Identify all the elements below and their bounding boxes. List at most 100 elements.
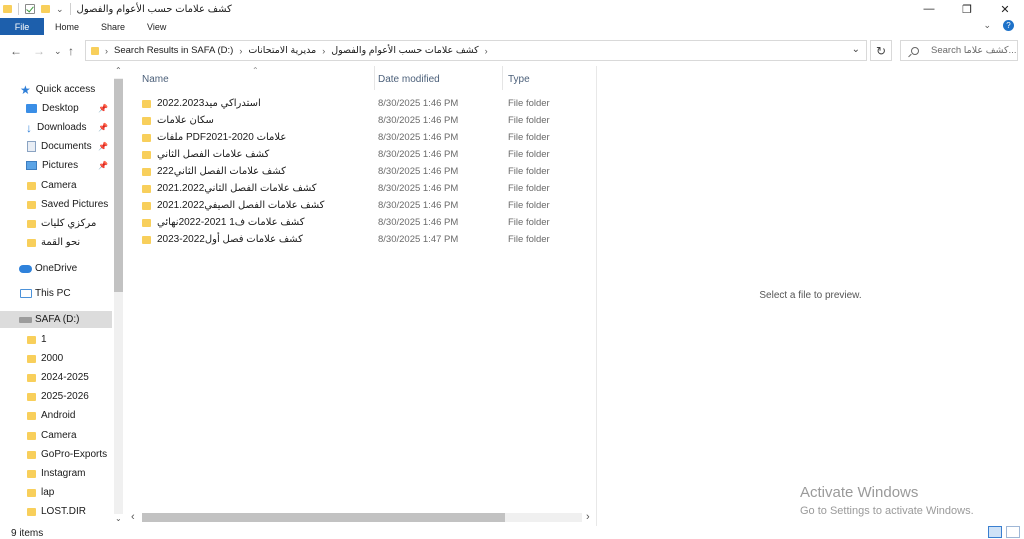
column-divider[interactable] xyxy=(374,66,375,90)
file-type: File folder xyxy=(508,217,550,228)
sidebar-scrollbar[interactable]: ⌃ ⌄ xyxy=(112,66,125,526)
tab-view[interactable]: View xyxy=(136,18,177,35)
file-row[interactable]: كشف علامات ف1 2021-2022نهائي 8/30/2025 1… xyxy=(142,214,582,231)
maximize-button[interactable]: ❐ xyxy=(948,0,986,18)
tab-home[interactable]: Home xyxy=(44,18,90,35)
file-row[interactable]: ملفات PDFعلامات 2020-2021 8/30/2025 1:46… xyxy=(142,129,582,146)
sidebar-item-folder-gopro-exports[interactable]: GoPro-Exports xyxy=(0,446,112,463)
file-row[interactable]: كشف علامات فصل أول2022-2023 8/30/2025 1:… xyxy=(142,231,582,248)
sidebar-item-label: Pictures xyxy=(42,160,79,171)
scroll-down-icon[interactable]: ⌄ xyxy=(115,514,122,523)
sidebar-item-documents[interactable]: Documents 📌 xyxy=(0,138,112,155)
pin-icon[interactable]: 📌 xyxy=(98,142,108,151)
sidebar-item-folder-lost-dir[interactable]: LOST.DIR xyxy=(0,503,112,520)
column-header-type[interactable]: Type xyxy=(508,70,588,88)
column-header-date-modified[interactable]: Date modified xyxy=(378,70,502,88)
sidebar-item-folder-2000[interactable]: 2000 xyxy=(0,350,112,367)
back-button[interactable]: ← xyxy=(10,44,22,58)
search-input[interactable]: Search كشف علاما... xyxy=(931,45,1016,56)
scrollbar-thumb[interactable] xyxy=(114,79,123,292)
folder-icon xyxy=(142,184,151,193)
sidebar-item-pictures[interactable]: Pictures 📌 xyxy=(0,157,112,174)
up-button[interactable]: ↑ xyxy=(68,44,74,58)
search-box[interactable]: Search كشف علاما... xyxy=(900,40,1018,61)
column-header-name[interactable]: Name xyxy=(142,70,374,88)
folder-icon xyxy=(142,133,151,142)
sidebar-item-camera[interactable]: Camera xyxy=(0,177,112,194)
file-row[interactable]: كشف علامات الفصل الصيفي2021.2022 8/30/20… xyxy=(142,197,582,214)
file-row[interactable]: كشف علامات الفصل الثاني 8/30/2025 1:46 P… xyxy=(142,146,582,163)
properties-icon[interactable] xyxy=(25,4,35,14)
sidebar-item-folder-2024-2025[interactable]: 2024-2025 xyxy=(0,369,112,386)
folder-icon xyxy=(27,411,36,420)
column-divider[interactable] xyxy=(502,66,503,90)
forward-button[interactable]: → xyxy=(33,44,45,58)
sidebar-item-folder-1[interactable]: 1 xyxy=(0,331,112,348)
file-row[interactable]: كشف علامات الفصل الثاني222 8/30/2025 1:4… xyxy=(142,163,582,180)
chevron-right-icon[interactable]: › xyxy=(485,46,488,56)
sidebar-item-folder-lap[interactable]: lap xyxy=(0,484,112,501)
large-icons-view-icon[interactable] xyxy=(1006,526,1020,538)
sidebar-item-safa-drive[interactable]: SAFA (D:) xyxy=(0,311,112,328)
tab-share[interactable]: Share xyxy=(90,18,136,35)
sidebar-item-folder-2025-2026[interactable]: 2025-2026 xyxy=(0,388,112,405)
minimize-button[interactable]: — xyxy=(910,0,948,18)
sidebar-item-folder-instagram[interactable]: Instagram xyxy=(0,465,112,482)
pin-icon[interactable]: 📌 xyxy=(98,161,108,170)
chevron-right-icon[interactable]: › xyxy=(322,46,325,56)
sidebar-item-saved-pictures[interactable]: Saved Pictures xyxy=(0,196,112,213)
scroll-left-icon[interactable]: ‹ xyxy=(131,511,135,523)
file-date: 8/30/2025 1:46 PM xyxy=(378,200,459,211)
address-dropdown-button[interactable]: ⌄ xyxy=(852,44,860,55)
sidebar-item-label: 2024-2025 xyxy=(41,372,89,383)
breadcrumb-exams-directorate[interactable]: مديرية الامتحانات xyxy=(248,45,316,56)
sidebar-item-quick-access[interactable]: ★ Quick access xyxy=(0,81,112,98)
customize-toolbar-icon[interactable]: ⌄ xyxy=(56,4,64,15)
breadcrumb-current-folder[interactable]: كشف علامات حسب الأعوام والفصول xyxy=(331,45,478,56)
file-name: كشف علامات الفصل الثاني222 xyxy=(157,166,286,177)
folder-icon xyxy=(27,354,36,363)
scroll-right-icon[interactable]: › xyxy=(586,511,590,523)
scroll-up-icon[interactable]: ⌃ xyxy=(115,66,122,75)
folder-icon xyxy=(27,219,36,228)
sidebar-item-folder-camera[interactable]: Camera xyxy=(0,427,112,444)
chevron-right-icon[interactable]: › xyxy=(105,46,108,56)
folder-icon xyxy=(27,200,36,209)
folder-icon xyxy=(27,450,36,459)
close-button[interactable]: ✕ xyxy=(986,0,1024,18)
file-row[interactable]: سكان علامات 8/30/2025 1:46 PM File folde… xyxy=(142,112,582,129)
sidebar-item-onedrive[interactable]: OneDrive xyxy=(0,260,112,277)
sidebar-item-label: LOST.DIR xyxy=(41,506,87,517)
sidebar-item-label: Android xyxy=(41,410,76,421)
file-list: ⌃ Name Date modified Type استدراكي ميد20… xyxy=(128,66,596,526)
sidebar-item-desktop[interactable]: Desktop 📌 xyxy=(0,100,112,117)
pin-icon[interactable]: 📌 xyxy=(98,123,108,132)
recent-locations-button[interactable]: ⌄ xyxy=(54,46,62,57)
file-list-horizontal-scrollbar[interactable]: ‹ › xyxy=(128,510,596,524)
new-folder-icon[interactable] xyxy=(41,5,50,13)
refresh-button[interactable]: ↻ xyxy=(870,40,892,61)
chevron-right-icon[interactable]: › xyxy=(239,46,242,56)
sidebar-item-label: Camera xyxy=(41,180,77,191)
folder-icon xyxy=(142,116,151,125)
sidebar-item-central-colleges[interactable]: مركزي كليات xyxy=(0,215,112,232)
file-type: File folder xyxy=(508,98,550,109)
details-view-icon[interactable] xyxy=(988,526,1002,538)
help-icon[interactable]: ? xyxy=(1003,20,1014,31)
file-row[interactable]: كشف علامات الفصل الثاني2021.2022 8/30/20… xyxy=(142,180,582,197)
sidebar-item-towards-top[interactable]: نحو القمة xyxy=(0,234,112,251)
sidebar-item-label: Desktop xyxy=(42,103,79,114)
sidebar-item-folder-android[interactable]: Android xyxy=(0,407,112,424)
expand-ribbon-icon[interactable]: ⌄ xyxy=(983,20,991,31)
breadcrumb-search-results[interactable]: Search Results in SAFA (D:) xyxy=(114,45,233,56)
address-bar[interactable]: › Search Results in SAFA (D:) › مديرية ا… xyxy=(85,40,867,61)
sidebar-item-label: Camera xyxy=(41,430,77,441)
tab-file[interactable]: File xyxy=(0,18,44,35)
file-date: 8/30/2025 1:46 PM xyxy=(378,166,459,177)
file-row[interactable]: استدراكي ميد2022.2023 8/30/2025 1:46 PM … xyxy=(142,95,582,112)
pin-icon[interactable]: 📌 xyxy=(98,104,108,113)
scrollbar-thumb[interactable] xyxy=(142,513,505,522)
sidebar-item-downloads[interactable]: ↓ Downloads 📌 xyxy=(0,119,112,136)
sidebar-item-this-pc[interactable]: This PC xyxy=(0,285,112,302)
file-date: 8/30/2025 1:46 PM xyxy=(378,149,459,160)
